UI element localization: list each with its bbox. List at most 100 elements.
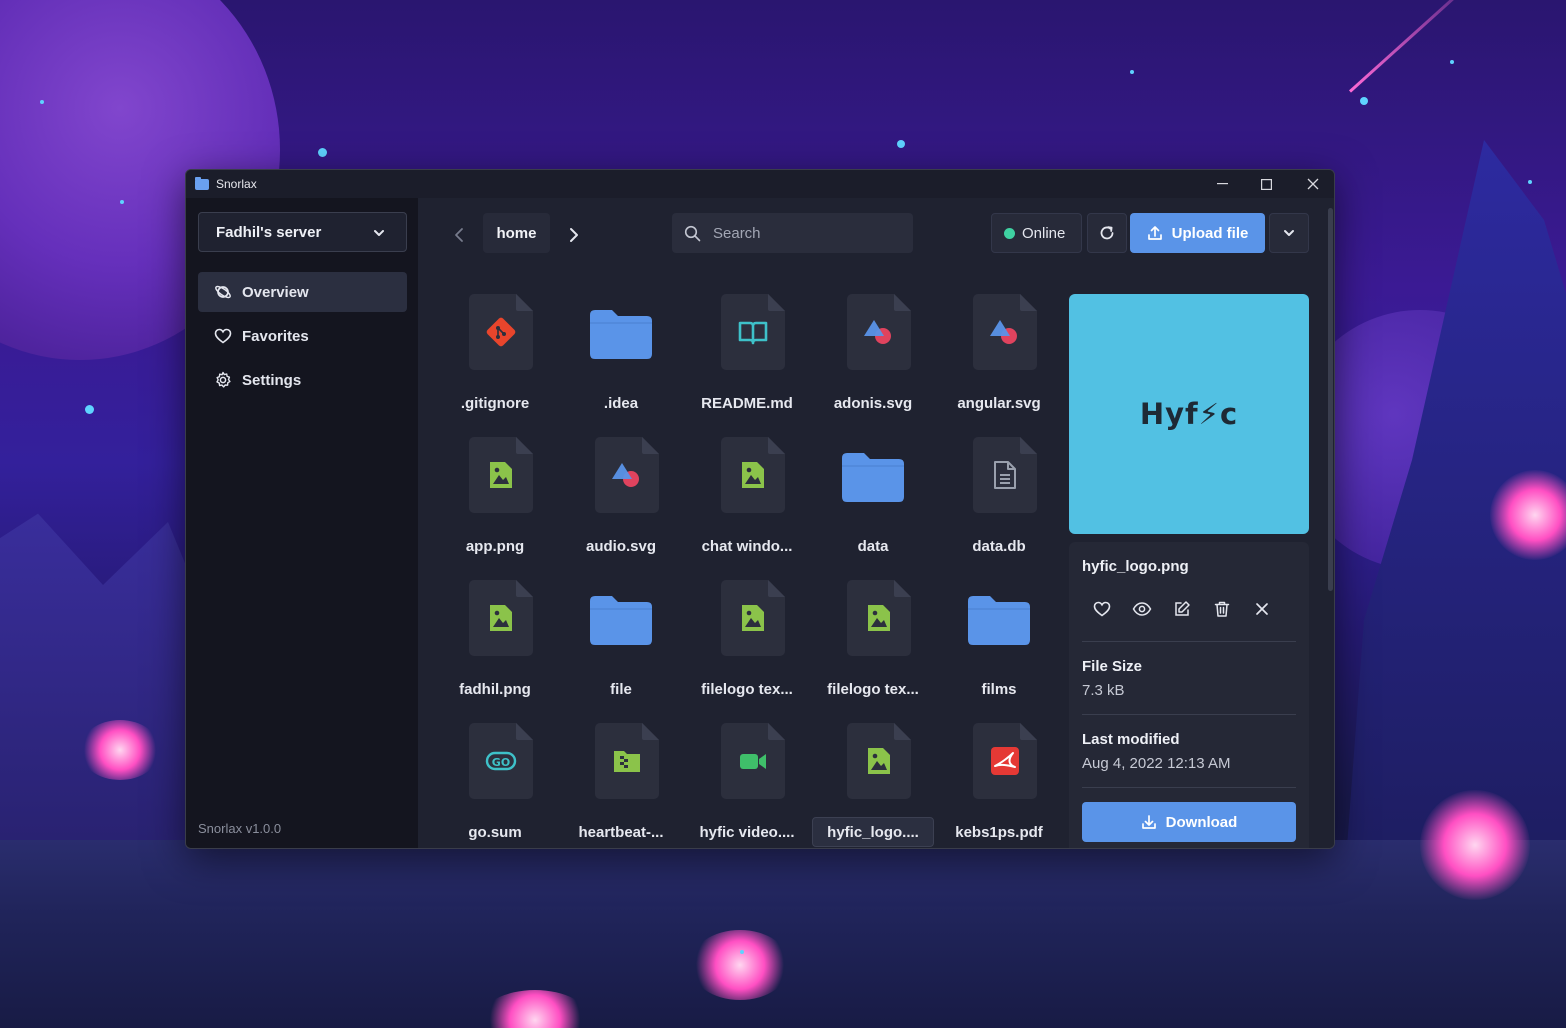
divider xyxy=(1082,641,1296,642)
file-item[interactable]: fadhil.png xyxy=(434,572,556,712)
file-corner-fold xyxy=(1020,723,1037,740)
file-name: hyfic video.... xyxy=(699,823,795,841)
sidebar-item-favorites[interactable]: Favorites xyxy=(198,316,407,356)
file-item[interactable]: GO go.sum xyxy=(434,715,556,848)
file-corner-fold xyxy=(516,294,533,311)
file-name: app.png xyxy=(465,537,525,555)
folder-icon xyxy=(590,596,652,645)
file-corner-fold xyxy=(894,723,911,740)
divider xyxy=(1082,714,1296,715)
svg-shapes-icon xyxy=(864,320,891,344)
wallpaper-star xyxy=(40,100,44,104)
title-bar[interactable]: Snorlax xyxy=(186,170,1334,198)
file-item[interactable]: heartbeat-... xyxy=(560,715,682,848)
file-preview: Hyf⚡c xyxy=(1069,294,1309,534)
forward-button[interactable] xyxy=(564,223,584,247)
video-icon xyxy=(740,754,766,769)
wallpaper-star xyxy=(1528,180,1532,184)
wallpaper-glow xyxy=(690,930,790,1000)
file-corner-fold xyxy=(894,294,911,311)
file-size-label: File Size xyxy=(1082,658,1143,675)
file-item[interactable]: app.png xyxy=(434,429,556,569)
last-modified-label: Last modified xyxy=(1082,731,1180,748)
sidebar-item-label: Favorites xyxy=(242,327,309,345)
image-icon xyxy=(742,605,764,631)
search-box[interactable] xyxy=(672,213,913,253)
wallpaper-comet xyxy=(1348,0,1500,93)
sidebar-item-label: Settings xyxy=(242,371,302,389)
file-item[interactable]: hyfic video.... xyxy=(686,715,808,848)
folder-icon xyxy=(590,310,652,359)
wallpaper-star xyxy=(1130,70,1134,74)
archive-icon xyxy=(614,751,640,772)
file-icon-container xyxy=(461,294,533,372)
search-input[interactable] xyxy=(713,224,893,242)
close-details-button[interactable] xyxy=(1242,592,1282,626)
upload-file-button[interactable]: Upload file xyxy=(1130,213,1265,253)
file-corner-fold xyxy=(516,437,533,454)
window-title: Snorlax xyxy=(216,177,257,191)
file-browser: home Online Upload file .gitignore .idea… xyxy=(418,198,1334,848)
rename-button[interactable] xyxy=(1162,592,1202,626)
sidebar-item-settings[interactable]: Settings xyxy=(198,360,407,400)
minimize-button[interactable] xyxy=(1199,170,1245,198)
file-item[interactable]: .gitignore xyxy=(434,286,556,426)
chevron-left-icon xyxy=(455,228,463,242)
close-window-button[interactable] xyxy=(1290,170,1334,198)
upload-options-button[interactable] xyxy=(1269,213,1309,253)
folder-icon xyxy=(842,453,904,502)
close-icon xyxy=(1256,603,1268,615)
file-corner-fold xyxy=(642,723,659,740)
file-item[interactable]: data.db xyxy=(938,429,1060,569)
folder-item[interactable]: films xyxy=(938,572,1060,712)
maximize-button[interactable] xyxy=(1243,170,1289,198)
file-corner-fold xyxy=(768,580,785,597)
wallpaper-star xyxy=(1360,97,1368,105)
connection-status: Online xyxy=(991,213,1082,253)
file-item[interactable]: hyfic_logo.... xyxy=(812,715,934,848)
back-button[interactable] xyxy=(449,223,469,247)
download-button[interactable]: Download xyxy=(1082,802,1296,842)
file-item[interactable]: adonis.svg xyxy=(812,286,934,426)
file-icon-container xyxy=(839,294,911,372)
server-select[interactable]: Fadhil's server xyxy=(198,212,407,252)
folder-item[interactable]: .idea xyxy=(560,286,682,426)
file-item[interactable]: angular.svg xyxy=(938,286,1060,426)
file-item[interactable]: README.md xyxy=(686,286,808,426)
file-item[interactable]: filelogo tex... xyxy=(812,572,934,712)
wallpaper-star xyxy=(120,200,124,204)
file-name: heartbeat-... xyxy=(578,823,664,841)
app-window: Snorlax Fadhil's server Overview Favorit… xyxy=(185,169,1335,849)
search-icon xyxy=(684,225,701,241)
image-icon xyxy=(868,605,890,631)
sidebar-item-overview[interactable]: Overview xyxy=(198,272,407,312)
refresh-icon xyxy=(1100,226,1114,240)
wallpaper-star xyxy=(1450,60,1454,64)
folder-item[interactable]: file xyxy=(560,572,682,712)
file-corner-fold xyxy=(768,294,785,311)
file-corner-fold xyxy=(516,723,533,740)
file-name: films xyxy=(981,680,1017,698)
file-item[interactable]: kebs1ps.pdf xyxy=(938,715,1060,848)
wallpaper-star xyxy=(318,148,327,157)
server-name: Fadhil's server xyxy=(216,223,322,241)
preview-button[interactable] xyxy=(1122,592,1162,626)
file-item[interactable]: chat windo... xyxy=(686,429,808,569)
file-icon-container: GO xyxy=(461,723,533,801)
breadcrumb-home[interactable]: home xyxy=(483,213,550,253)
scrollbar[interactable] xyxy=(1328,208,1333,591)
trash-icon xyxy=(1214,601,1230,617)
file-item[interactable]: filelogo tex... xyxy=(686,572,808,712)
refresh-button[interactable] xyxy=(1087,213,1127,253)
file-name: filelogo tex... xyxy=(827,680,919,698)
file-item[interactable]: audio.svg xyxy=(560,429,682,569)
folder-item[interactable]: data xyxy=(812,429,934,569)
wallpaper-star xyxy=(897,140,905,148)
svg-shapes-icon xyxy=(612,463,639,487)
file-icon-container xyxy=(839,580,911,658)
delete-button[interactable] xyxy=(1202,592,1242,626)
file-corner-fold xyxy=(768,723,785,740)
favorite-button[interactable] xyxy=(1082,592,1122,626)
file-icon-container xyxy=(713,437,785,515)
file-icon-container xyxy=(839,723,911,801)
